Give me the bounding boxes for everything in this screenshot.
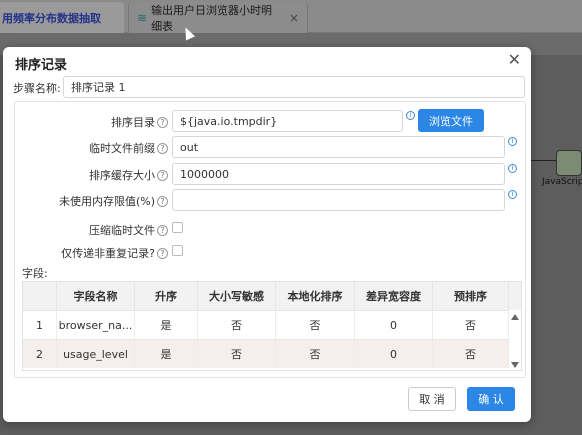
collator-strength-cell[interactable]: 0 xyxy=(355,340,433,368)
sort-rows-dialog: 排序记录 ✕ 步骤名称: 排序记录 1 排序目录? ${java.io.tmpd… xyxy=(3,47,531,422)
column-header xyxy=(23,282,57,310)
presorted-cell[interactable]: 否 xyxy=(433,311,509,339)
help-icon[interactable]: ? xyxy=(157,143,168,154)
fields-table: 字段名称 升序 大小写敏感 本地化排序 差异宽容度 预排序 1 browser_… xyxy=(22,281,522,371)
sort-size-input[interactable]: 1000000 xyxy=(172,163,505,185)
collator-strength-cell[interactable]: 0 xyxy=(355,311,433,339)
scroll-down-icon[interactable] xyxy=(511,362,519,368)
compress-checkbox[interactable] xyxy=(172,222,183,233)
presorted-cell[interactable]: 否 xyxy=(433,340,509,368)
row-number: 1 xyxy=(23,311,57,339)
javascript-step-node[interactable] xyxy=(556,150,582,176)
row-number: 2 xyxy=(23,340,57,368)
help-icon[interactable]: ? xyxy=(157,170,168,181)
case-sensitive-cell[interactable]: 否 xyxy=(198,340,276,368)
column-header[interactable]: 预排序 xyxy=(433,282,509,310)
tab-browser-hourly-detail[interactable]: ≋ 输出用户日浏览器小时明细表 × xyxy=(128,2,308,33)
table-header: 字段名称 升序 大小写敏感 本地化排序 差异宽容度 预排序 xyxy=(23,282,521,310)
info-icon[interactable]: i xyxy=(508,190,517,199)
free-mem-label: 未使用内存限值(%) xyxy=(58,195,155,208)
editor-tab-bar: 用频率分布数据抽取 ≋ 输出用户日浏览器小时明细表 × xyxy=(0,0,582,33)
column-header[interactable]: 差异宽容度 xyxy=(355,282,433,310)
tmp-prefix-row: 临时文件前缀? xyxy=(3,136,168,158)
info-icon[interactable]: i xyxy=(508,164,517,173)
compress-row: 压缩临时文件? xyxy=(3,218,168,240)
transform-icon: ≋ xyxy=(137,10,148,25)
table-row[interactable]: 1 browser_na... 是 否 否 0 否 xyxy=(23,310,509,339)
sort-size-row: 排序缓存大小? xyxy=(3,163,168,185)
close-icon[interactable]: × xyxy=(289,11,299,25)
sort-dir-row: 排序目录? xyxy=(3,110,168,132)
compress-label: 压缩临时文件 xyxy=(89,224,155,237)
fields-table-label: 字段: xyxy=(22,267,48,280)
tab-label: 用频率分布数据抽取 xyxy=(2,11,101,25)
cancel-button[interactable]: 取 消 xyxy=(408,387,456,411)
unique-checkbox[interactable] xyxy=(172,245,183,256)
tmp-prefix-label: 临时文件前缀 xyxy=(89,142,155,155)
canvas-hop-line xyxy=(531,160,556,161)
unique-label: 仅传递非重复记录? xyxy=(61,247,155,260)
info-icon[interactable]: i xyxy=(508,137,517,146)
dialog-title: 排序记录 xyxy=(15,58,68,73)
step-name-input[interactable]: 排序记录 1 xyxy=(63,76,525,98)
scroll-up-icon[interactable] xyxy=(511,314,519,320)
collator-cell[interactable]: 否 xyxy=(276,340,355,368)
dialog-header: 排序记录 ✕ xyxy=(3,47,531,75)
close-icon[interactable]: ✕ xyxy=(508,52,521,68)
browse-file-button[interactable]: 浏览文件 xyxy=(418,109,484,132)
ascending-cell[interactable]: 是 xyxy=(135,311,198,339)
free-mem-input[interactable] xyxy=(172,189,505,211)
free-mem-row: 未使用内存限值(%)? xyxy=(3,189,168,211)
step-name-label: 步骤名称: xyxy=(13,82,61,95)
field-name-cell[interactable]: usage_level xyxy=(57,340,135,368)
field-name-cell[interactable]: browser_na... xyxy=(57,311,135,339)
sort-dir-input[interactable]: ${java.io.tmpdir} xyxy=(172,110,403,132)
table-row[interactable]: 2 usage_level 是 否 否 0 否 xyxy=(23,339,509,368)
unique-row: 仅传递非重复记录?? xyxy=(3,241,168,263)
collator-cell[interactable]: 否 xyxy=(276,311,355,339)
column-header[interactable]: 字段名称 xyxy=(57,282,135,310)
tab-label: 输出用户日浏览器小时明细表 xyxy=(151,3,273,33)
node-label: JavaScrip xyxy=(542,177,582,187)
column-header[interactable]: 本地化排序 xyxy=(276,282,355,310)
tmp-prefix-input[interactable]: out xyxy=(172,136,505,158)
column-header[interactable]: 大小写敏感 xyxy=(198,282,276,310)
ascending-cell[interactable]: 是 xyxy=(135,340,198,368)
sort-size-label: 排序缓存大小 xyxy=(89,169,155,182)
help-icon[interactable]: ? xyxy=(157,117,168,128)
info-icon[interactable]: i xyxy=(406,111,415,120)
help-icon[interactable]: ? xyxy=(157,225,168,236)
column-header[interactable]: 升序 xyxy=(135,282,198,310)
help-icon[interactable]: ? xyxy=(157,196,168,207)
sort-dir-label: 排序目录 xyxy=(111,116,155,129)
confirm-button[interactable]: 确 认 xyxy=(467,387,515,411)
case-sensitive-cell[interactable]: 否 xyxy=(198,311,276,339)
help-icon[interactable]: ? xyxy=(157,248,168,259)
tab-frequency-distribution[interactable]: 用频率分布数据抽取 xyxy=(0,2,124,33)
